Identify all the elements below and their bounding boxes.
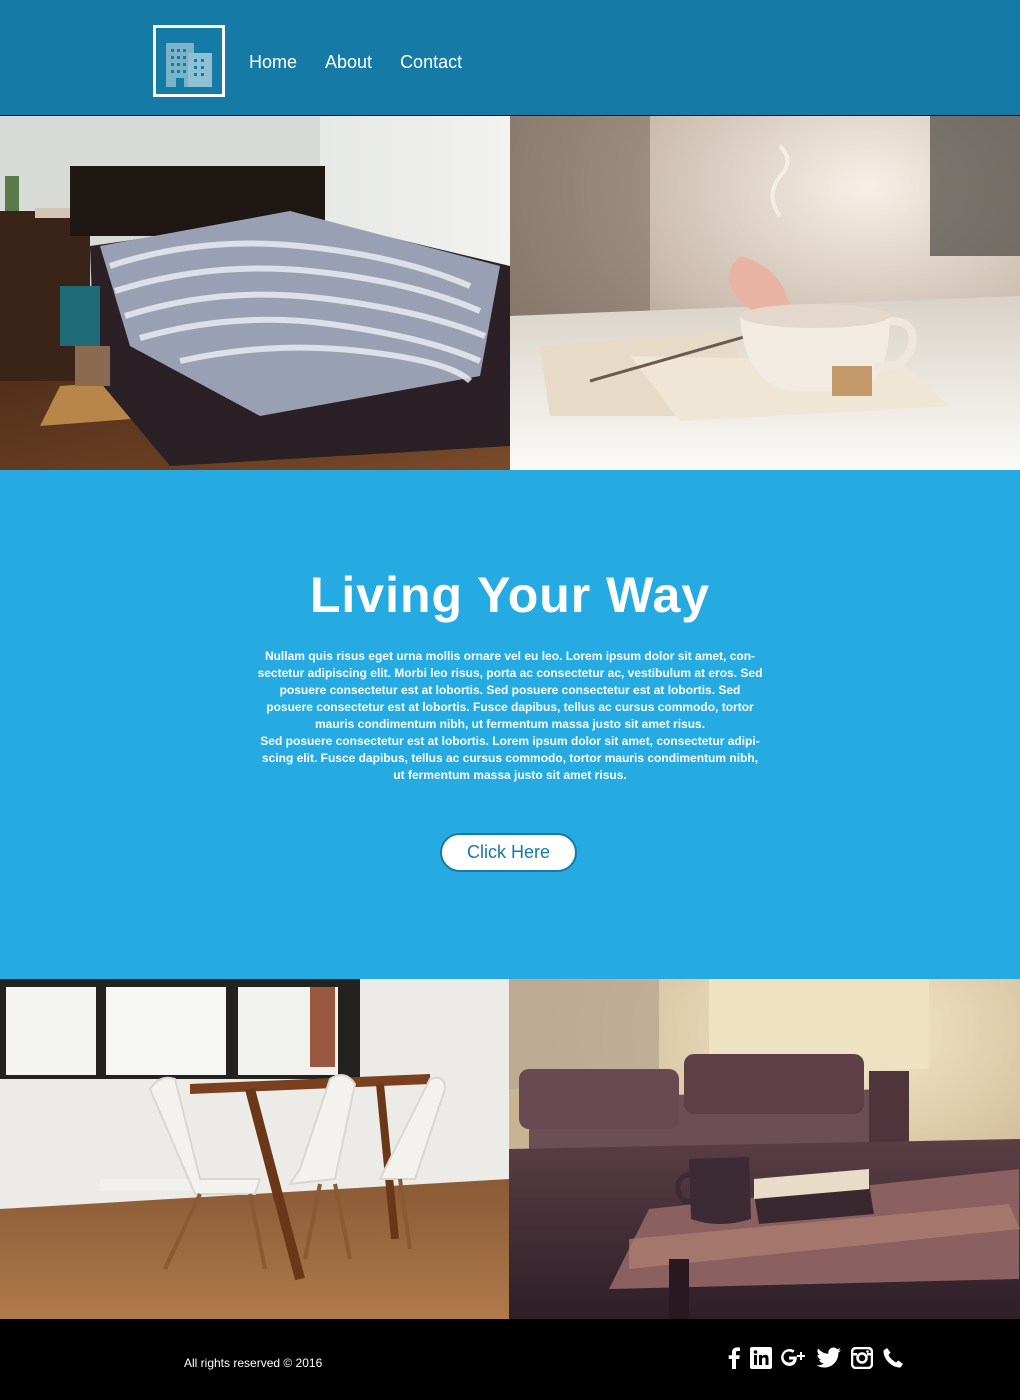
- main-nav: Home About Contact: [249, 52, 490, 73]
- hero-title: Living Your Way: [309, 567, 711, 623]
- hero-paragraph-1: Nullam quis risus eget urna mollis ornar…: [257, 649, 763, 731]
- nav-home[interactable]: Home: [249, 52, 297, 73]
- bedroom-photo: [0, 116, 510, 470]
- building-icon: [166, 43, 212, 87]
- hero-paragraph-2: Sed posuere consectetur est at lobortis.…: [260, 734, 760, 782]
- click-here-button[interactable]: Click Here: [440, 833, 577, 872]
- hero-section: Living Your Way Nullam quis risus eget u…: [0, 470, 1020, 979]
- living-room-photo: [509, 979, 1020, 1319]
- twitter-icon[interactable]: [816, 1347, 842, 1374]
- dining-room-photo: [0, 979, 509, 1319]
- facebook-icon[interactable]: [727, 1347, 741, 1374]
- tea-on-bed-photo: [510, 116, 1020, 470]
- instagram-icon[interactable]: [850, 1346, 874, 1374]
- nav-about[interactable]: About: [325, 52, 372, 73]
- logo[interactable]: [153, 25, 225, 97]
- site-header: Home About Contact: [0, 0, 1020, 115]
- site-footer: All rights reserved © 2016: [0, 1319, 1020, 1400]
- hero-text: Nullam quis risus eget urna mollis ornar…: [255, 648, 765, 784]
- nav-contact[interactable]: Contact: [400, 52, 462, 73]
- google-plus-icon[interactable]: [781, 1347, 807, 1374]
- copyright-text: All rights reserved © 2016: [184, 1356, 323, 1370]
- linkedin-icon[interactable]: [750, 1347, 772, 1374]
- phone-icon[interactable]: [882, 1347, 904, 1374]
- social-links: [727, 1346, 913, 1374]
